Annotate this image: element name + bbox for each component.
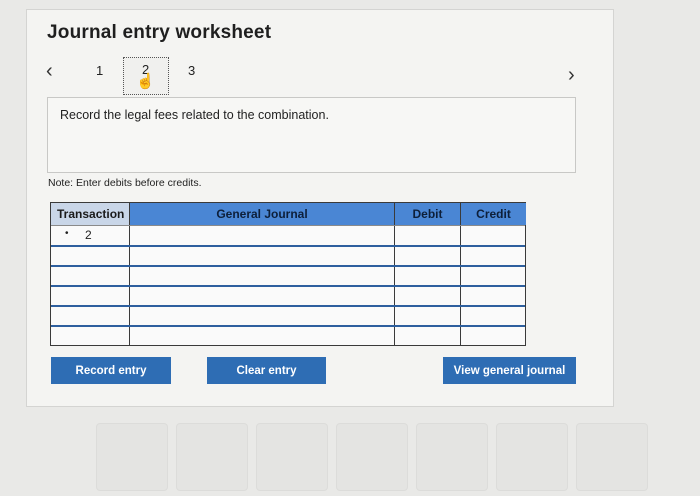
chevron-right-icon[interactable]: ›	[568, 64, 575, 87]
step-3[interactable]: 3	[188, 63, 195, 78]
background-tile	[496, 423, 568, 491]
background-tile	[576, 423, 648, 491]
row-divider	[51, 225, 525, 226]
header-credit: Credit	[461, 203, 526, 225]
row-divider	[51, 305, 525, 307]
chevron-left-icon[interactable]: ‹	[46, 60, 53, 83]
row-divider	[51, 325, 525, 327]
step-1[interactable]: 1	[96, 63, 103, 78]
row-divider	[51, 285, 525, 287]
prompt-text: Record the legal fees related to the com…	[60, 108, 329, 122]
background-tile	[336, 423, 408, 491]
journal-table: Transaction General Journal Debit Credit…	[50, 202, 526, 346]
header-transaction: Transaction	[51, 203, 129, 225]
note-text: Note: Enter debits before credits.	[48, 177, 202, 189]
page-title: Journal entry worksheet	[47, 22, 272, 43]
hand-pointer-icon: ☝	[136, 73, 155, 90]
header-general-journal: General Journal	[130, 203, 394, 225]
dropdown-arrow-icon[interactable]: •	[65, 228, 69, 239]
header-debit: Debit	[395, 203, 460, 225]
row-divider	[51, 245, 525, 247]
clear-entry-button[interactable]: Clear entry	[207, 357, 326, 384]
background-tile	[416, 423, 488, 491]
record-entry-button[interactable]: Record entry	[51, 357, 171, 384]
row-divider	[51, 265, 525, 267]
background-tile	[96, 423, 168, 491]
view-general-journal-button[interactable]: View general journal	[443, 357, 576, 384]
background-tile	[176, 423, 248, 491]
transaction-number: 2	[85, 228, 92, 242]
background-tile	[256, 423, 328, 491]
